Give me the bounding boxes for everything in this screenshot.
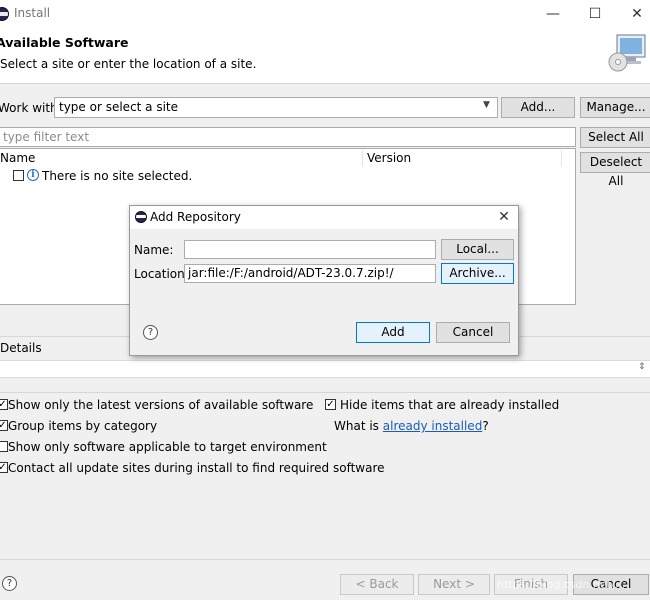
deselect-all-button[interactable]: Deselect All — [580, 152, 650, 188]
contact-sites-label: Contact all update sites during install … — [8, 461, 385, 475]
already-installed-link[interactable]: already installed — [383, 419, 483, 433]
eclipse-app-icon — [135, 211, 147, 223]
eclipse-app-icon — [0, 7, 9, 21]
location-input[interactable]: jar:file:/F:/android/ADT-23.0.7.zip!/ — [184, 264, 436, 283]
next-button[interactable]: Next > — [418, 574, 490, 595]
filter-input[interactable]: type filter text — [0, 127, 576, 147]
hide-installed-label: Hide items that are already installed — [340, 398, 560, 412]
dialog-title: Add Repository — [150, 210, 241, 224]
latest-versions-label: Show only the latest versions of availab… — [8, 398, 314, 412]
latest-versions-checkbox[interactable]: ✓ — [0, 399, 8, 410]
contact-sites-checkbox[interactable]: ✓ — [0, 462, 8, 473]
column-header-version[interactable]: Version — [367, 151, 411, 165]
minimize-icon[interactable]: — — [542, 4, 564, 24]
work-with-label: Work with: — [0, 101, 62, 115]
dialog-titlebar: Add Repository ✕ — [130, 206, 518, 229]
what-is-installed-text: What is already installed? — [334, 419, 489, 433]
window-title: Install — [14, 6, 51, 20]
help-icon[interactable]: ? — [2, 576, 17, 591]
column-divider[interactable] — [561, 150, 562, 167]
add-repository-dialog: Add Repository ✕ Name: Local... Location… — [129, 205, 519, 356]
install-computer-icon — [608, 34, 646, 72]
name-input[interactable] — [184, 240, 436, 259]
local-button[interactable]: Local... — [441, 239, 514, 260]
details-label: Details — [0, 341, 42, 355]
what-is-prefix: What is — [334, 419, 379, 433]
add-site-button[interactable]: Add... — [501, 97, 575, 118]
what-is-suffix: ? — [482, 419, 489, 433]
hide-installed-checkbox[interactable]: ✓ — [325, 399, 336, 410]
maximize-icon[interactable]: ☐ — [584, 4, 606, 24]
back-button[interactable]: < Back — [340, 574, 414, 595]
manage-button[interactable]: Manage... — [580, 97, 650, 118]
wizard-header: Available Software Select a site or ente… — [0, 28, 650, 84]
page-title: Available Software — [0, 35, 129, 50]
group-by-category-label: Group items by category — [8, 419, 158, 433]
divider — [0, 392, 650, 393]
group-by-category-checkbox[interactable]: ✓ — [0, 420, 8, 431]
column-header-name[interactable]: Name — [0, 151, 35, 165]
close-icon[interactable]: ✕ — [626, 4, 648, 24]
archive-button[interactable]: Archive... — [441, 263, 514, 284]
column-divider[interactable] — [362, 150, 363, 167]
target-env-label: Show only software applicable to target … — [8, 440, 327, 454]
name-label: Name: — [134, 243, 174, 257]
dialog-close-icon[interactable]: ✕ — [494, 208, 514, 226]
watermark-text: https://blog.csdn.net/... — [497, 578, 626, 591]
divider — [0, 559, 650, 560]
dialog-cancel-button[interactable]: Cancel — [436, 322, 510, 343]
window-titlebar: Install — ☐ ✕ — [0, 0, 650, 28]
page-subtitle: Select a site or enter the location of a… — [0, 57, 257, 71]
help-icon[interactable]: ? — [143, 325, 158, 340]
target-env-checkbox[interactable] — [0, 441, 8, 452]
work-with-combo[interactable]: type or select a site — [54, 97, 498, 118]
details-text-area — [0, 360, 650, 378]
location-label: Location: — [134, 267, 189, 281]
select-all-button[interactable]: Select All — [580, 127, 650, 148]
tree-row-checkbox[interactable] — [13, 170, 24, 181]
info-icon: i — [27, 169, 39, 181]
chevron-down-icon[interactable]: ▼ — [483, 100, 490, 110]
tree-row-text: There is no site selected. — [42, 169, 193, 183]
dialog-add-button[interactable]: Add — [356, 322, 430, 343]
details-scroll-icon[interactable]: ⇕ — [638, 362, 646, 372]
